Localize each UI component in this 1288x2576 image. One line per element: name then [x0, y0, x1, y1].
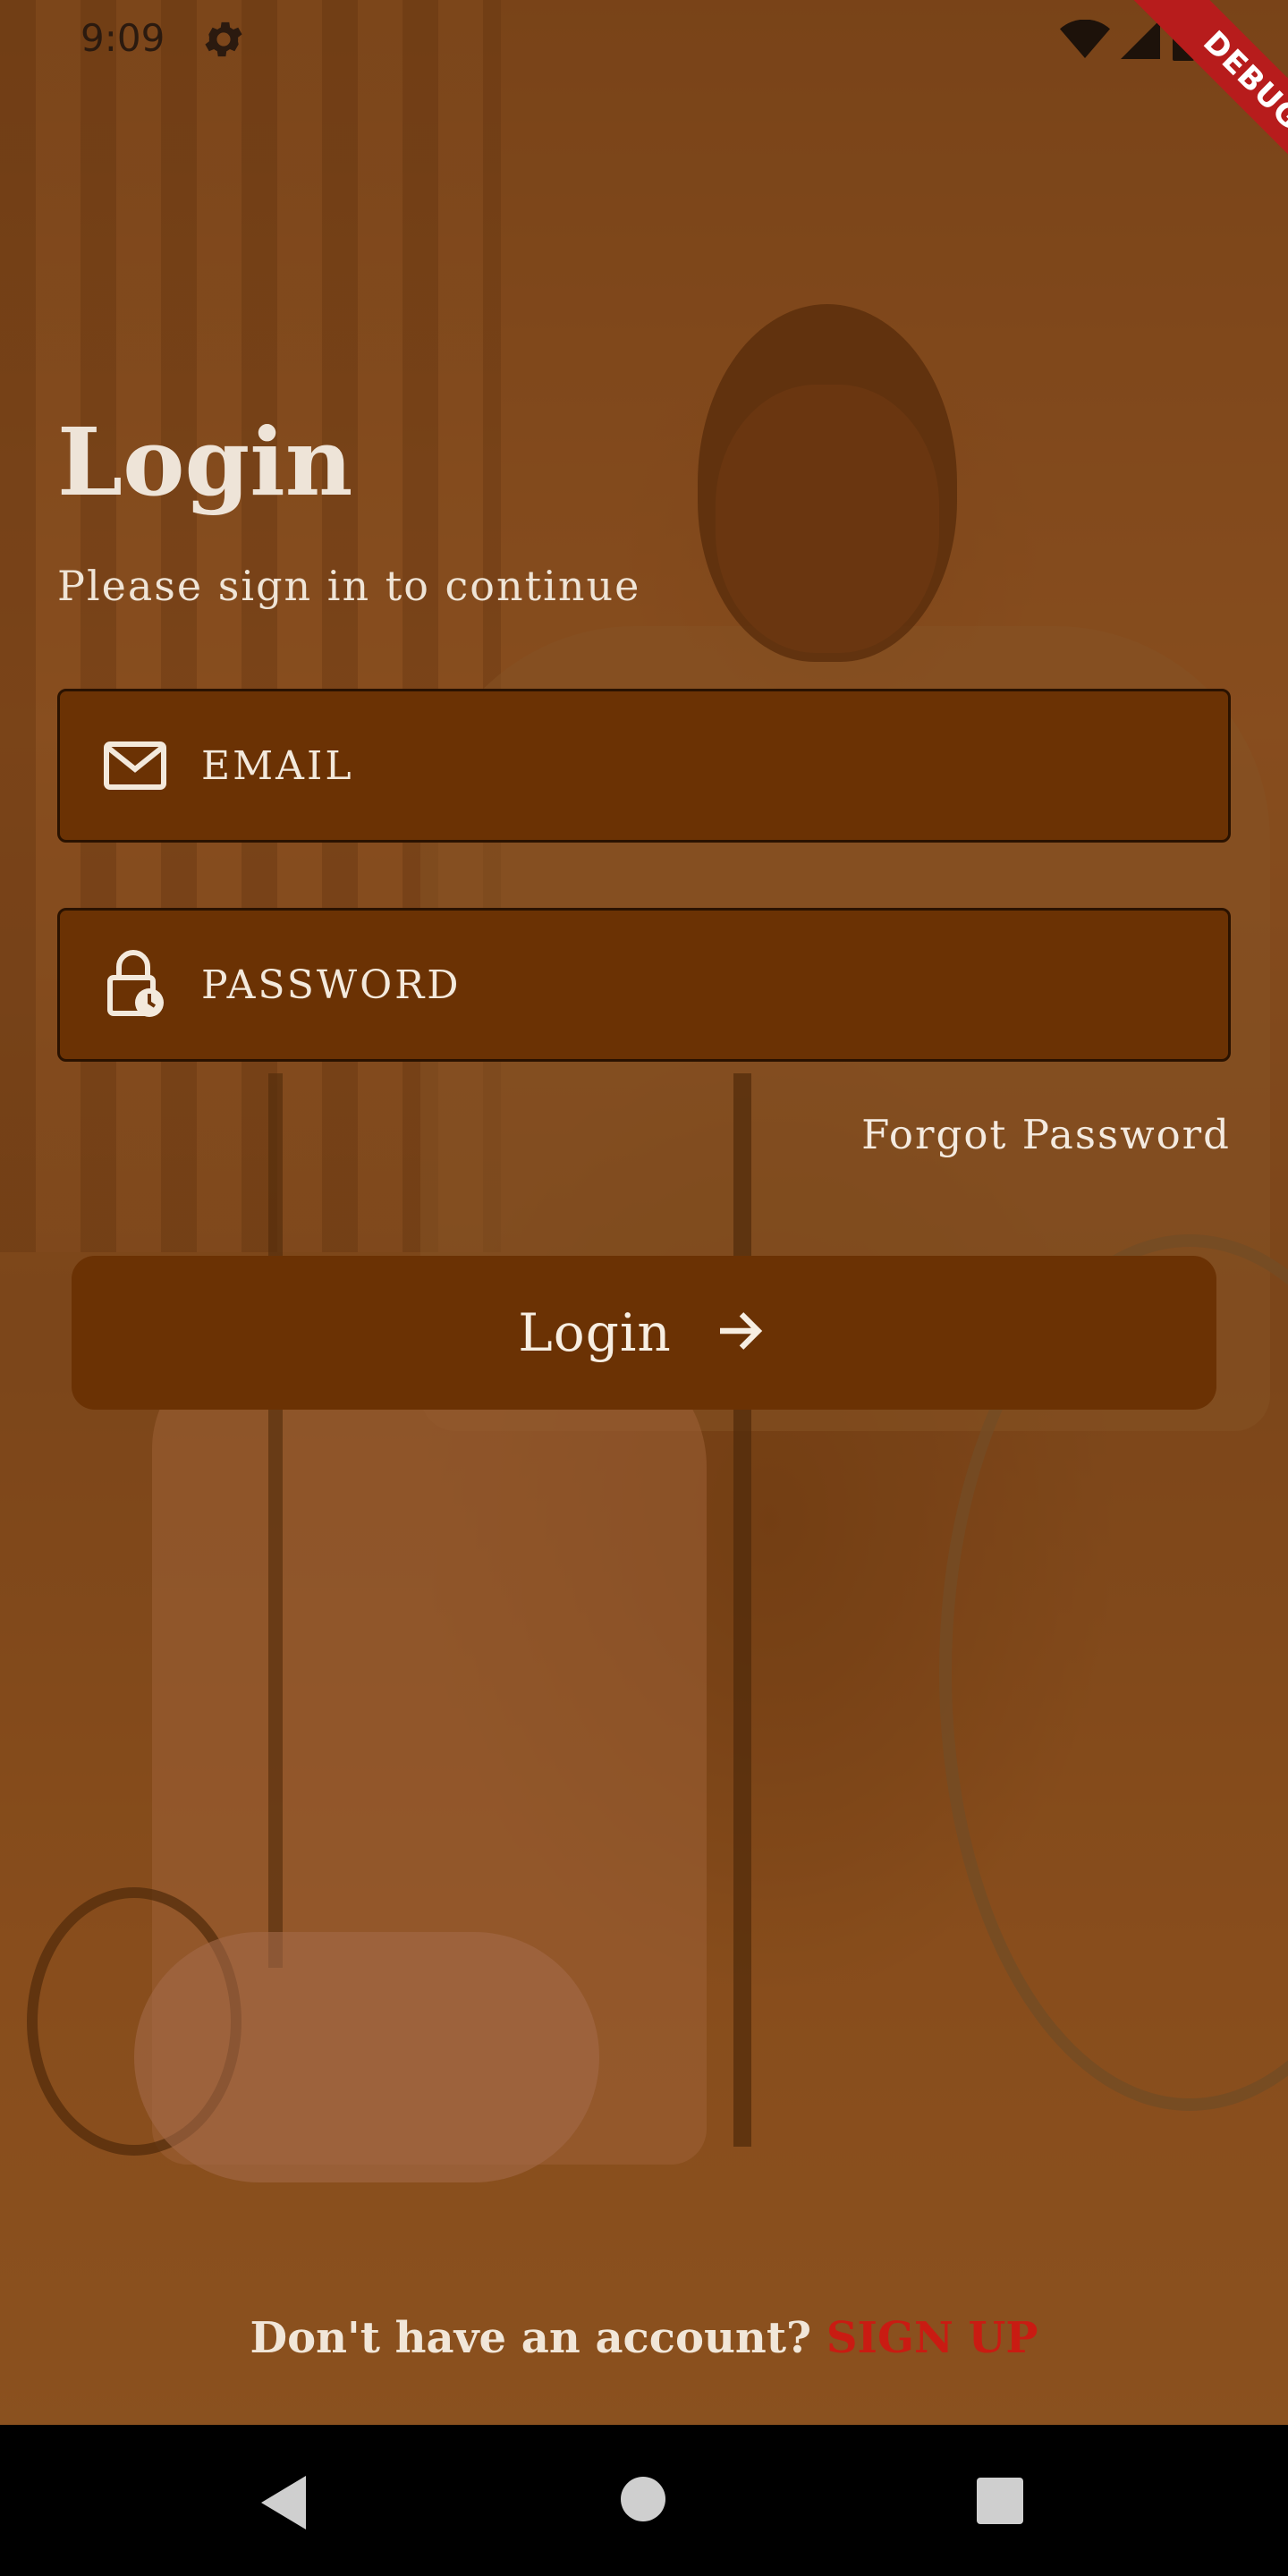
arrow-right-icon: [713, 1302, 770, 1363]
email-field[interactable]: EMAIL: [57, 689, 1231, 843]
password-placeholder: PASSWORD: [201, 962, 462, 1008]
back-icon[interactable]: [261, 2476, 306, 2529]
password-field[interactable]: PASSWORD: [57, 908, 1231, 1062]
lock-clock-icon: [99, 949, 171, 1021]
signal-icon: [1121, 20, 1160, 59]
status-time: 9:09: [80, 16, 165, 60]
login-screen: 9:09 DEBUG Login Please sign in to conti…: [0, 0, 1288, 2425]
wifi-icon: [1060, 20, 1110, 58]
background-tint-overlay: [0, 0, 1288, 2425]
login-button-label: Login: [518, 1302, 672, 1363]
gear-icon: [200, 16, 247, 63]
mail-icon: [99, 730, 171, 801]
page-title: Login: [57, 407, 353, 517]
recents-icon[interactable]: [977, 2478, 1023, 2524]
signup-link[interactable]: SIGN UP: [826, 2313, 1038, 2363]
signup-prompt-row: Don't have an account? SIGN UP: [0, 2313, 1288, 2363]
home-icon[interactable]: [621, 2477, 665, 2521]
forgot-password-link[interactable]: Forgot Password: [861, 1111, 1231, 1158]
email-placeholder: EMAIL: [201, 742, 354, 789]
signup-prompt: Don't have an account?: [250, 2313, 812, 2363]
login-button[interactable]: Login: [72, 1256, 1216, 1410]
page-subtitle: Please sign in to continue: [57, 562, 641, 610]
